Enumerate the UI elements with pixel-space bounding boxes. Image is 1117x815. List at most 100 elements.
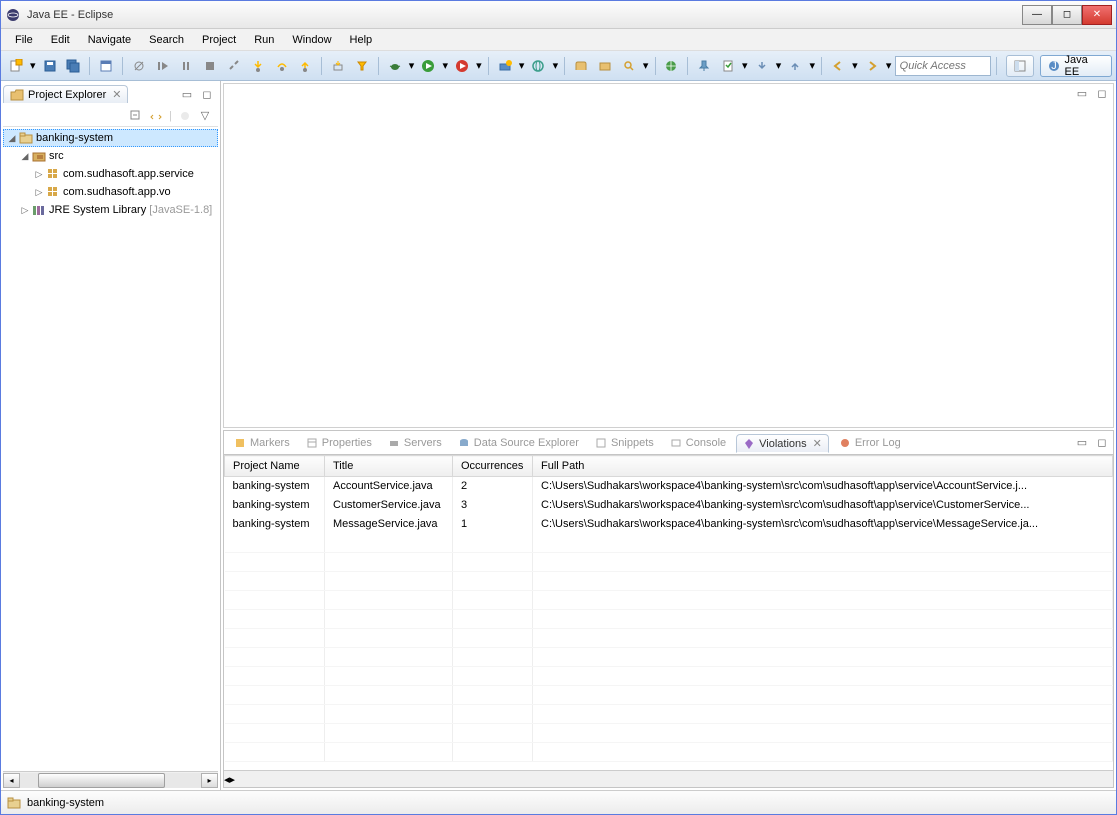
expand-icon[interactable]: ▷ (19, 205, 31, 216)
menu-window[interactable]: Window (284, 32, 339, 48)
scroll-thumb[interactable] (38, 773, 165, 788)
prev-annotation-dropdown[interactable]: ▾ (808, 55, 816, 77)
run-button[interactable] (418, 55, 440, 77)
menu-project[interactable]: Project (194, 32, 244, 48)
col-project-name[interactable]: Project Name (225, 456, 325, 477)
expand-icon[interactable]: ◢ (19, 151, 31, 162)
back-dropdown[interactable]: ▾ (851, 55, 859, 77)
new-server-dropdown[interactable]: ▾ (518, 55, 526, 77)
quick-access-input[interactable] (895, 56, 991, 76)
step-return-button[interactable] (294, 55, 316, 77)
save-button[interactable] (39, 55, 61, 77)
tab-markers[interactable]: Markers (228, 435, 296, 451)
resume-button[interactable] (152, 55, 174, 77)
focus-task-button[interactable] (178, 109, 192, 123)
col-full-path[interactable]: Full Path (533, 456, 1113, 477)
project-explorer-tab[interactable]: Project Explorer ✕ (3, 85, 128, 103)
menu-navigate[interactable]: Navigate (80, 32, 139, 48)
table-row[interactable]: banking-systemMessageService.java1C:\Use… (225, 515, 1113, 534)
scroll-left-button[interactable]: ◂ (3, 773, 20, 788)
expand-icon[interactable]: ▷ (33, 169, 45, 180)
toggle-mark-button[interactable] (717, 55, 739, 77)
minimize-button[interactable]: — (1022, 5, 1052, 25)
step-filters-button[interactable] (351, 55, 373, 77)
run-dropdown[interactable]: ▾ (441, 55, 449, 77)
scroll-right-button[interactable]: ▸ (230, 773, 236, 786)
maximize-panel-button[interactable]: ◻ (1095, 436, 1109, 450)
menu-help[interactable]: Help (342, 32, 381, 48)
minimize-editor-button[interactable]: ▭ (1075, 86, 1089, 100)
explorer-hscrollbar[interactable]: ◂ ▸ (3, 771, 218, 788)
toggle-breadcrumb-button[interactable] (95, 55, 117, 77)
tab-error-log[interactable]: Error Log (833, 435, 907, 451)
skip-breakpoints-button[interactable] (128, 55, 150, 77)
debug-dropdown[interactable]: ▾ (408, 55, 416, 77)
drop-to-frame-button[interactable] (327, 55, 349, 77)
tree-src-folder[interactable]: ◢ src (3, 147, 218, 165)
project-tree[interactable]: ◢ banking-system ◢ src ▷ com.sudhasoft.a… (3, 127, 218, 771)
new-button[interactable] (5, 55, 27, 77)
close-button[interactable]: ✕ (1082, 5, 1112, 25)
tab-data-source-explorer[interactable]: Data Source Explorer (452, 435, 585, 451)
expand-icon[interactable]: ▷ (33, 187, 45, 198)
tab-properties[interactable]: Properties (300, 435, 378, 451)
debug-button[interactable] (384, 55, 406, 77)
menu-search[interactable]: Search (141, 32, 192, 48)
menu-run[interactable]: Run (246, 32, 282, 48)
back-button[interactable] (827, 55, 849, 77)
run-last-button[interactable] (451, 55, 473, 77)
col-occurrences[interactable]: Occurrences (453, 456, 533, 477)
search-dropdown[interactable]: ▾ (642, 55, 650, 77)
terminate-button[interactable] (199, 55, 221, 77)
pin-editor-button[interactable] (693, 55, 715, 77)
col-title[interactable]: Title (325, 456, 453, 477)
new-server-button[interactable] (494, 55, 516, 77)
scroll-right-button[interactable]: ▸ (201, 773, 218, 788)
step-into-button[interactable] (247, 55, 269, 77)
view-menu-button[interactable]: ▽ (198, 109, 212, 123)
forward-button[interactable] (861, 55, 883, 77)
next-annotation-dropdown[interactable]: ▾ (775, 55, 783, 77)
prev-annotation-button[interactable] (784, 55, 806, 77)
tab-console[interactable]: Console (664, 435, 732, 451)
tab-servers[interactable]: Servers (382, 435, 448, 451)
maximize-view-button[interactable]: ◻ (200, 87, 214, 101)
expand-icon[interactable]: ◢ (6, 133, 18, 144)
collapse-all-button[interactable] (129, 109, 143, 123)
tree-project-root[interactable]: ◢ banking-system (3, 129, 218, 147)
search-button[interactable] (618, 55, 640, 77)
close-view-button[interactable]: ✕ (112, 88, 121, 101)
tree-package-service[interactable]: ▷ com.sudhasoft.app.service (3, 165, 218, 183)
new-web-button[interactable] (528, 55, 550, 77)
new-web-dropdown[interactable]: ▾ (551, 55, 559, 77)
table-row[interactable]: banking-systemCustomerService.java3C:\Us… (225, 496, 1113, 515)
next-annotation-button[interactable] (751, 55, 773, 77)
violations-table-wrap[interactable]: Project Name Title Occurrences Full Path… (224, 455, 1113, 770)
open-type-button[interactable] (570, 55, 592, 77)
tree-package-vo[interactable]: ▷ com.sudhasoft.app.vo (3, 183, 218, 201)
toggle-mark-dropdown[interactable]: ▾ (741, 55, 749, 77)
open-perspective-button[interactable] (1006, 55, 1034, 77)
maximize-button[interactable]: ◻ (1052, 5, 1082, 25)
suspend-button[interactable] (176, 55, 198, 77)
minimize-panel-button[interactable]: ▭ (1075, 436, 1089, 450)
tab-snippets[interactable]: Snippets (589, 435, 660, 451)
table-row[interactable]: banking-systemAccountService.java2C:\Use… (225, 477, 1113, 496)
tab-violations[interactable]: Violations✕ (736, 434, 829, 453)
disconnect-button[interactable] (223, 55, 245, 77)
java-ee-perspective-button[interactable]: J Java EE (1040, 55, 1112, 77)
table-hscrollbar[interactable]: ◂ ▸ (224, 770, 1113, 787)
menu-file[interactable]: File (7, 32, 41, 48)
new-dropdown[interactable]: ▾ (29, 55, 37, 77)
link-editor-button[interactable] (149, 109, 163, 123)
minimize-view-button[interactable]: ▭ (180, 87, 194, 101)
tree-jre-library[interactable]: ▷ JRE System Library [JavaSE-1.8] (3, 201, 218, 219)
close-tab-button[interactable]: ✕ (813, 437, 822, 450)
maximize-editor-button[interactable]: ◻ (1095, 86, 1109, 100)
step-over-button[interactable] (271, 55, 293, 77)
forward-dropdown[interactable]: ▾ (885, 55, 893, 77)
save-all-button[interactable] (62, 55, 84, 77)
open-browser-button[interactable] (661, 55, 683, 77)
menu-edit[interactable]: Edit (43, 32, 78, 48)
run-last-dropdown[interactable]: ▾ (475, 55, 483, 77)
